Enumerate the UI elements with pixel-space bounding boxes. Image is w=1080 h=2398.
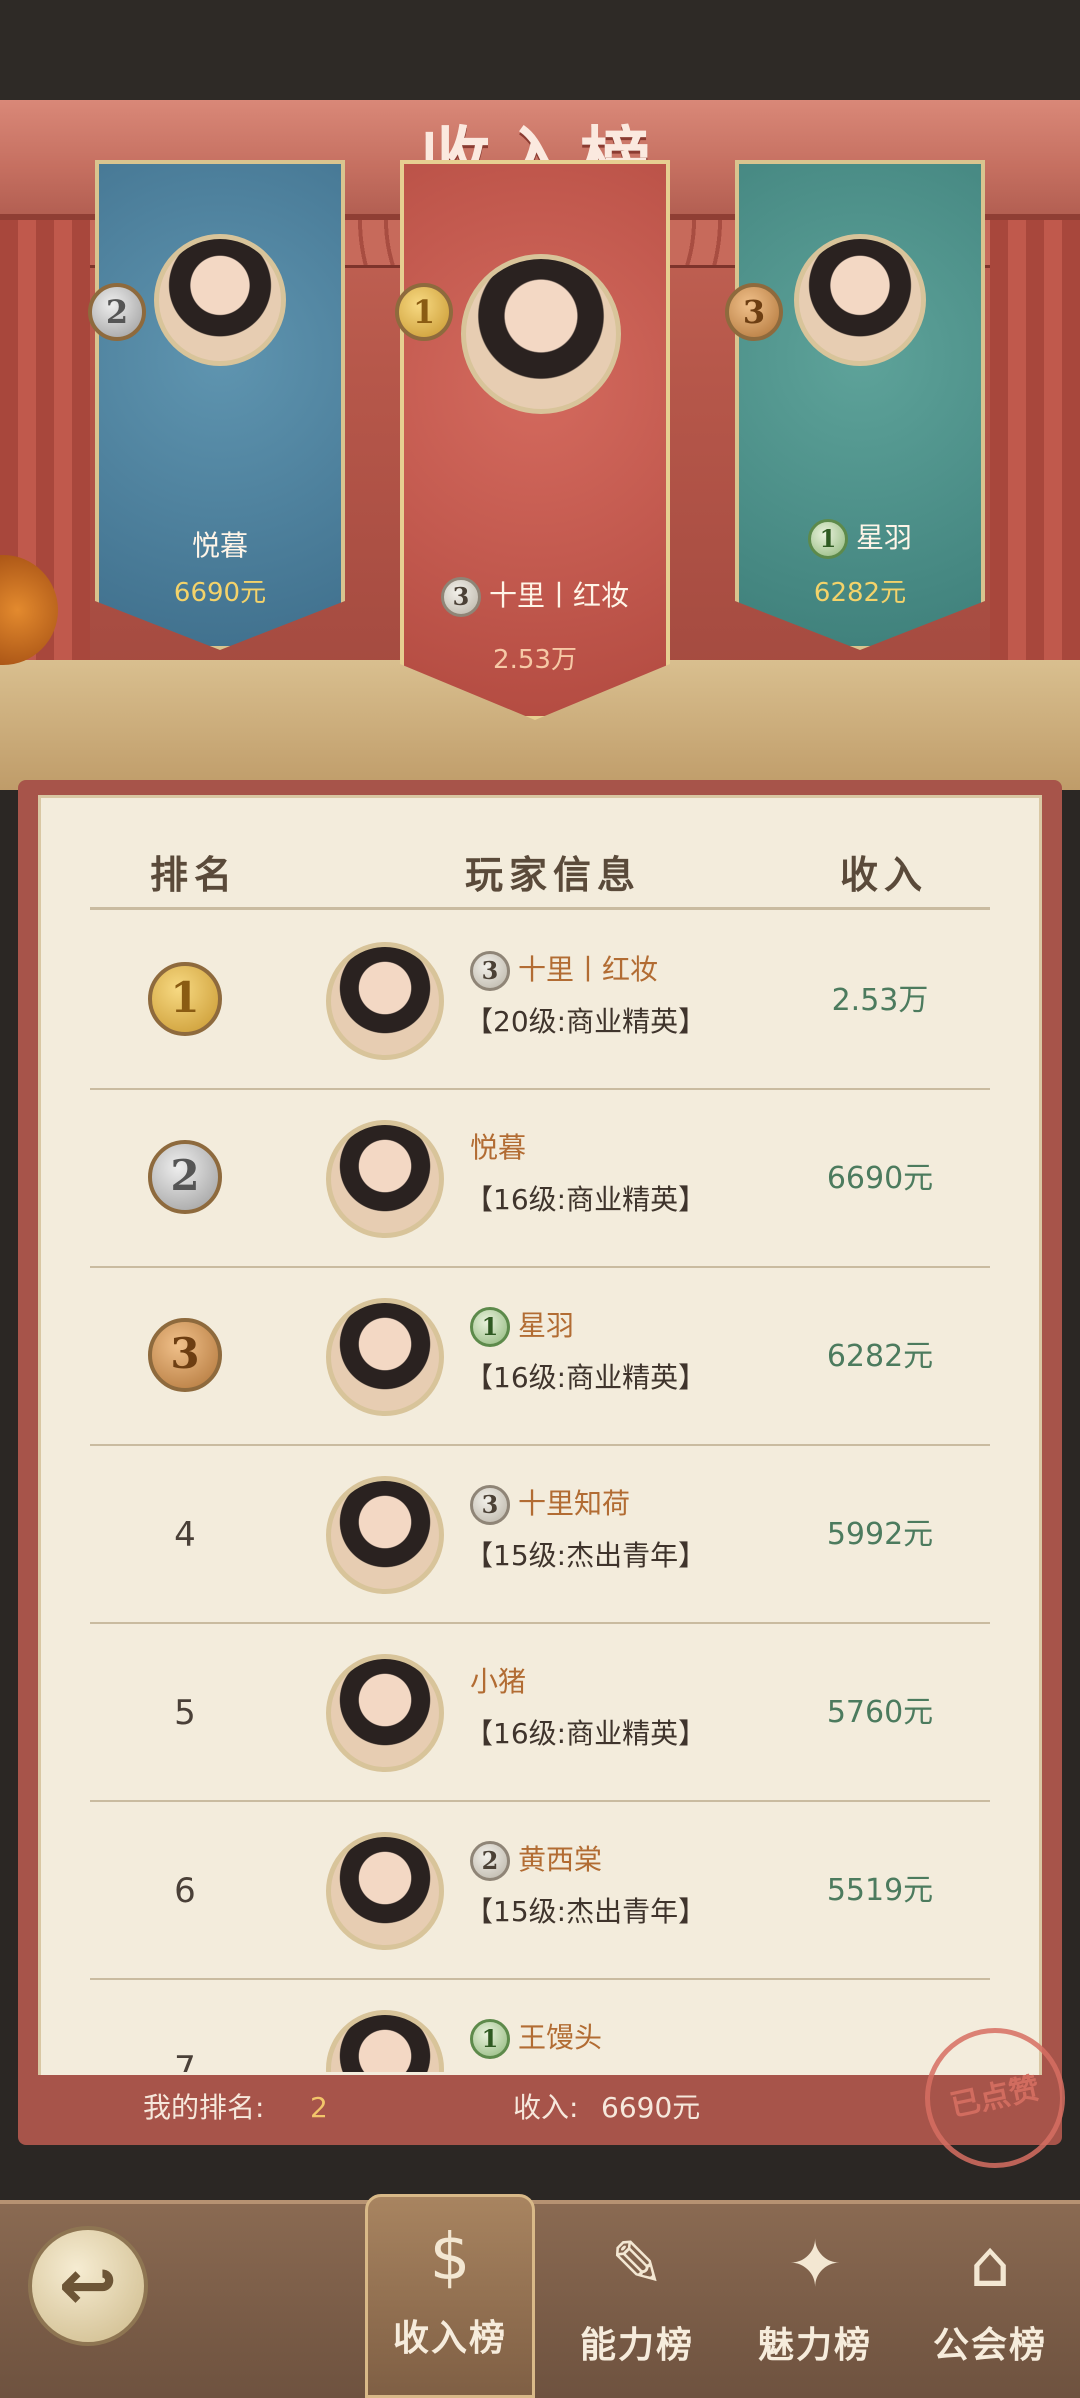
player-name-row: 2 黄西棠 bbox=[470, 1838, 602, 1881]
avatar bbox=[326, 1476, 444, 1594]
notepad-icon: ✎ bbox=[610, 2228, 664, 2302]
my-rank-bar: 我的排名: 2 收入: 6690元 bbox=[38, 2075, 1042, 2141]
silver-medal-icon: 2 bbox=[88, 283, 146, 341]
gold-medal-icon: 1 bbox=[148, 962, 222, 1036]
my-rank-label: 我的排名: bbox=[143, 2091, 265, 2124]
player-name: 星羽 bbox=[518, 1309, 575, 1342]
back-arrow-icon: ↩ bbox=[58, 2244, 118, 2326]
player-income: 5519元 bbox=[826, 1873, 934, 1908]
header-player: 玩家信息 bbox=[465, 852, 642, 897]
vip-badge-icon: 1 bbox=[807, 519, 848, 559]
player-income: 6690元 bbox=[826, 1161, 934, 1196]
avatar bbox=[326, 1654, 444, 1772]
avatar bbox=[154, 234, 286, 366]
player-name: 王馒头 bbox=[518, 2021, 603, 2054]
avatar bbox=[794, 234, 926, 366]
player-name-row: 1 王馒头 bbox=[470, 2016, 602, 2059]
podium-income: 2.53万 bbox=[493, 645, 577, 675]
podium-name-row: 3 十里丨红妆 bbox=[404, 574, 666, 617]
player-name-row: 3 十里丨红妆 bbox=[470, 948, 658, 991]
player-income: 5760元 bbox=[826, 1695, 934, 1730]
vip-badge-icon: 1 bbox=[470, 2019, 510, 2059]
vip-badge-icon: 3 bbox=[440, 577, 481, 617]
table-row[interactable]: 6 2 黄西棠 【15级:杰出青年】 5519元 bbox=[90, 1802, 990, 1980]
player-level: 【20级:商业精英】 bbox=[465, 1005, 707, 1038]
bronze-medal-icon: 3 bbox=[148, 1318, 222, 1392]
rank-number: 7 bbox=[174, 2049, 196, 2072]
avatar bbox=[326, 1120, 444, 1238]
podium-first[interactable]: 3 十里丨红妆 2.53万 bbox=[400, 160, 670, 720]
table-header: 排名 玩家信息 收入 bbox=[90, 840, 990, 910]
vip-badge-icon: 1 bbox=[470, 1307, 510, 1347]
player-name: 悦暮 bbox=[470, 1131, 527, 1164]
podium-third[interactable]: 1 星羽 6282元 bbox=[735, 160, 985, 650]
table-row[interactable]: 5 小猪 【16级:商业精英】 5760元 bbox=[90, 1624, 990, 1802]
header-income: 收入 bbox=[840, 852, 929, 897]
player-income: 6282元 bbox=[826, 1339, 934, 1374]
podium-name: 星羽 bbox=[855, 521, 912, 554]
table-row[interactable]: 7 1 王馒头 bbox=[90, 1980, 990, 2072]
bronze-medal-icon: 3 bbox=[725, 283, 783, 341]
player-level: 【15级:杰出青年】 bbox=[465, 1539, 707, 1572]
rank-number: 6 bbox=[174, 1871, 196, 1911]
player-level: 【16级:商业精英】 bbox=[465, 1183, 707, 1216]
tab-label: 收入榜 bbox=[392, 2317, 507, 2359]
rank-number: 5 bbox=[174, 1693, 196, 1733]
table-row[interactable]: 3 1 星羽 【16级:商业精英】 6282元 bbox=[90, 1268, 990, 1446]
money-icon: $ bbox=[429, 2221, 471, 2295]
gold-medal-icon: 1 bbox=[395, 283, 453, 341]
rank-number: 4 bbox=[174, 1515, 196, 1555]
header-rank: 排名 bbox=[150, 852, 239, 897]
tab-guild[interactable]: ⌂ 公会榜 bbox=[905, 2204, 1075, 2398]
vip-badge-icon: 2 bbox=[470, 1841, 510, 1881]
avatar bbox=[461, 254, 621, 414]
silver-medal-icon: 2 bbox=[148, 1140, 222, 1214]
my-income-label: 收入: bbox=[513, 2091, 579, 2124]
tab-income[interactable]: $ 收入榜 bbox=[365, 2194, 535, 2398]
avatar bbox=[326, 1298, 444, 1416]
table-row[interactable]: 2 悦暮 【16级:商业精英】 6690元 bbox=[90, 1090, 990, 1268]
podium-name: 十里丨红妆 bbox=[488, 579, 629, 612]
my-rank-value: 2 bbox=[310, 2091, 328, 2124]
back-button[interactable]: ↩ bbox=[28, 2226, 148, 2346]
player-level: 【16级:商业精英】 bbox=[465, 1717, 707, 1750]
player-name: 黄西棠 bbox=[518, 1843, 603, 1876]
vip-badge-icon: 3 bbox=[470, 1485, 510, 1525]
tab-ability[interactable]: ✎ 能力榜 bbox=[552, 2204, 722, 2398]
player-income: 2.53万 bbox=[831, 983, 929, 1018]
podium-name: 悦暮 bbox=[191, 529, 248, 562]
podium-income: 6282元 bbox=[813, 578, 907, 608]
player-name: 小猪 bbox=[470, 1665, 527, 1698]
tab-charm[interactable]: ✦ 魅力榜 bbox=[730, 2204, 900, 2398]
tab-label: 公会榜 bbox=[932, 2324, 1047, 2366]
podium-income: 6690元 bbox=[173, 578, 267, 608]
guild-hall-icon: ⌂ bbox=[969, 2228, 1011, 2302]
avatar bbox=[326, 942, 444, 1060]
avatar bbox=[326, 2010, 444, 2072]
player-name: 十里丨红妆 bbox=[518, 953, 659, 986]
tab-label: 能力榜 bbox=[579, 2324, 694, 2366]
avatar bbox=[326, 1832, 444, 1950]
table-row[interactable]: 1 3 十里丨红妆 【20级:商业精英】 2.53万 bbox=[90, 912, 990, 1090]
sparkle-icon: ✦ bbox=[788, 2228, 842, 2302]
table-row[interactable]: 4 3 十里知荷 【15级:杰出青年】 5992元 bbox=[90, 1446, 990, 1624]
tab-label: 魅力榜 bbox=[757, 2324, 872, 2366]
my-income-value: 6690元 bbox=[601, 2091, 701, 2124]
player-level: 【16级:商业精英】 bbox=[465, 1361, 707, 1394]
podium-name-row: 1 星羽 bbox=[739, 516, 981, 559]
player-level: 【15级:杰出青年】 bbox=[465, 1895, 707, 1928]
player-name-row: 3 十里知荷 bbox=[470, 1482, 630, 1525]
ranking-list[interactable]: 1 3 十里丨红妆 【20级:商业精英】 2.53万 2 悦暮 【16级:商业精英… bbox=[90, 912, 990, 2072]
player-income: 5992元 bbox=[826, 1517, 934, 1552]
bottom-nav: ↩ $ 收入榜 ✎ 能力榜 ✦ 魅力榜 ⌂ 公会榜 bbox=[0, 2194, 1080, 2398]
podium-second[interactable]: 悦暮 6690元 bbox=[95, 160, 345, 650]
vip-badge-icon: 3 bbox=[470, 951, 510, 991]
player-name-row: 1 星羽 bbox=[470, 1304, 574, 1347]
player-name: 十里知荷 bbox=[518, 1487, 631, 1520]
status-bar bbox=[0, 0, 1080, 100]
